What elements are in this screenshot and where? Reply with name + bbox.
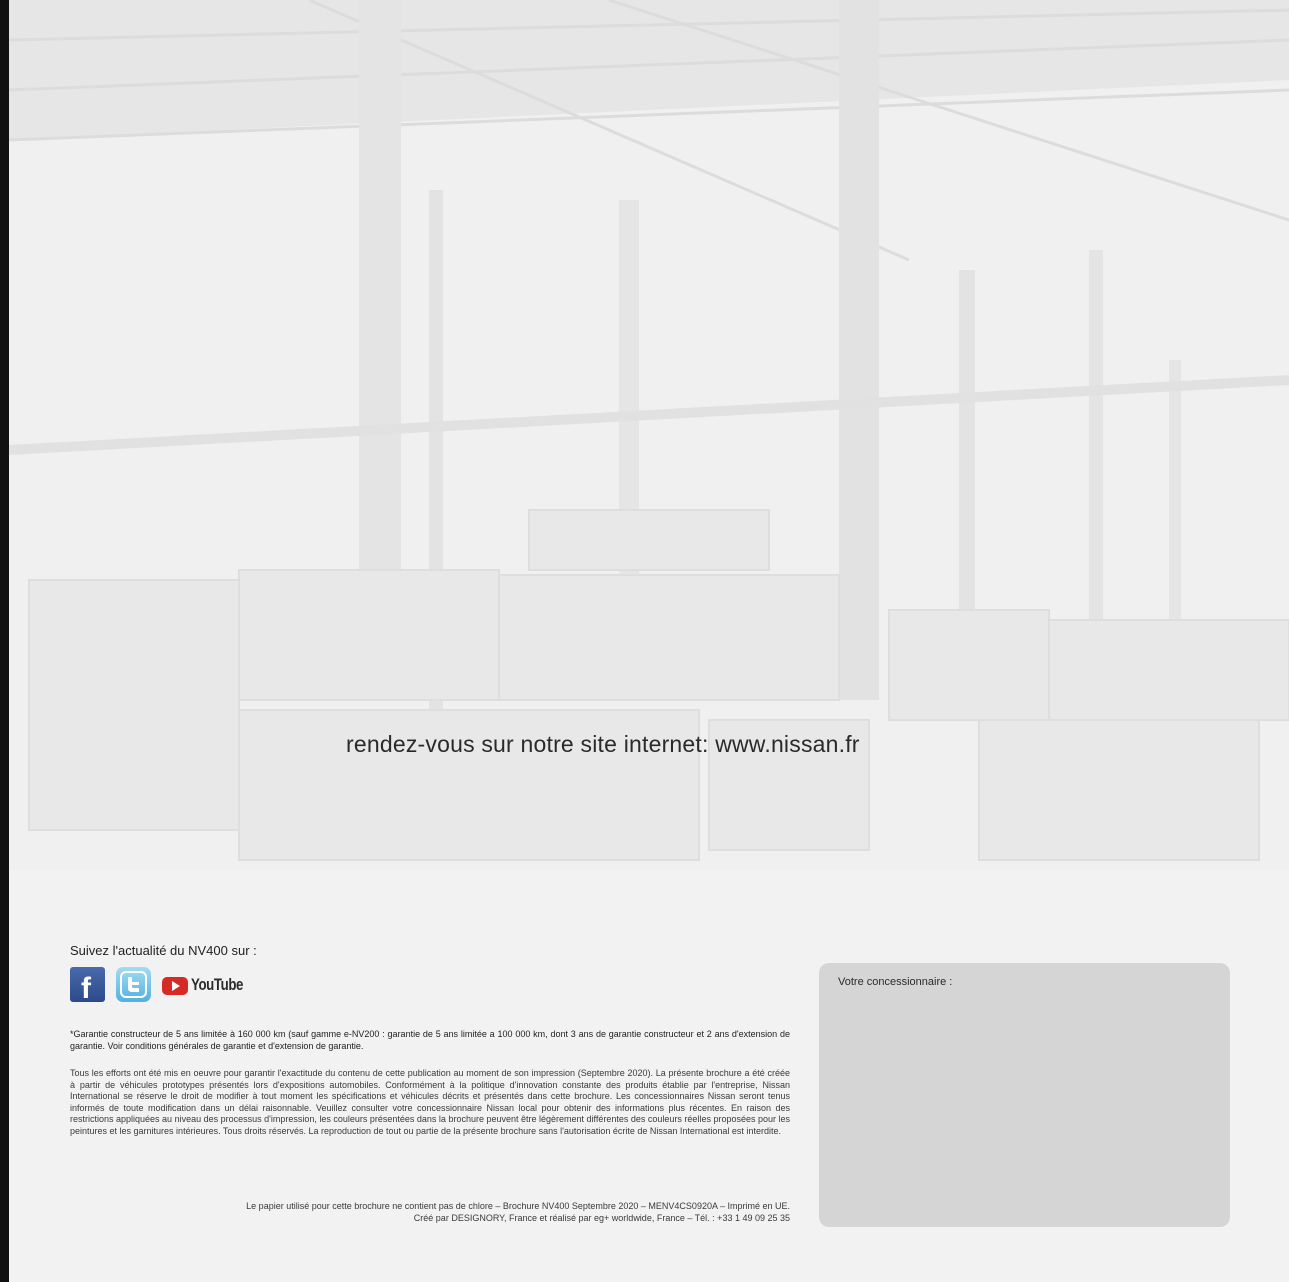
youtube-icon[interactable] (162, 977, 188, 995)
legal-disclaimer: Tous les efforts ont été mis en oeuvre p… (70, 1068, 790, 1136)
svg-text:f: f (81, 972, 92, 1002)
warranty-note: *Garantie constructeur de 5 ans limitée … (70, 1029, 790, 1051)
social-heading: Suivez l'actualité du NV400 sur : (70, 943, 257, 958)
social-icons: f YouTube (70, 967, 250, 1005)
website-text: rendez-vous sur notre site internet: www… (346, 731, 860, 757)
print-footer: Le papier utilisé pour cette brochure ne… (70, 1200, 790, 1224)
brochure-back-cover: rendez-vous sur notre site internet: www… (0, 0, 1289, 1282)
footer-line-2: Créé par DESIGNORY, France et réalisé pa… (413, 1213, 790, 1223)
footer-line-1: Le papier utilisé pour cette brochure ne… (246, 1201, 790, 1211)
youtube-label: YouTube (191, 975, 244, 994)
left-edge-strip (0, 0, 9, 1282)
dealer-label: Votre concessionnaire : (838, 976, 953, 988)
dealer-stamp-box: Votre concessionnaire : (819, 963, 1230, 1227)
twitter-icon[interactable] (116, 967, 151, 1002)
facebook-icon[interactable]: f (70, 967, 105, 1005)
